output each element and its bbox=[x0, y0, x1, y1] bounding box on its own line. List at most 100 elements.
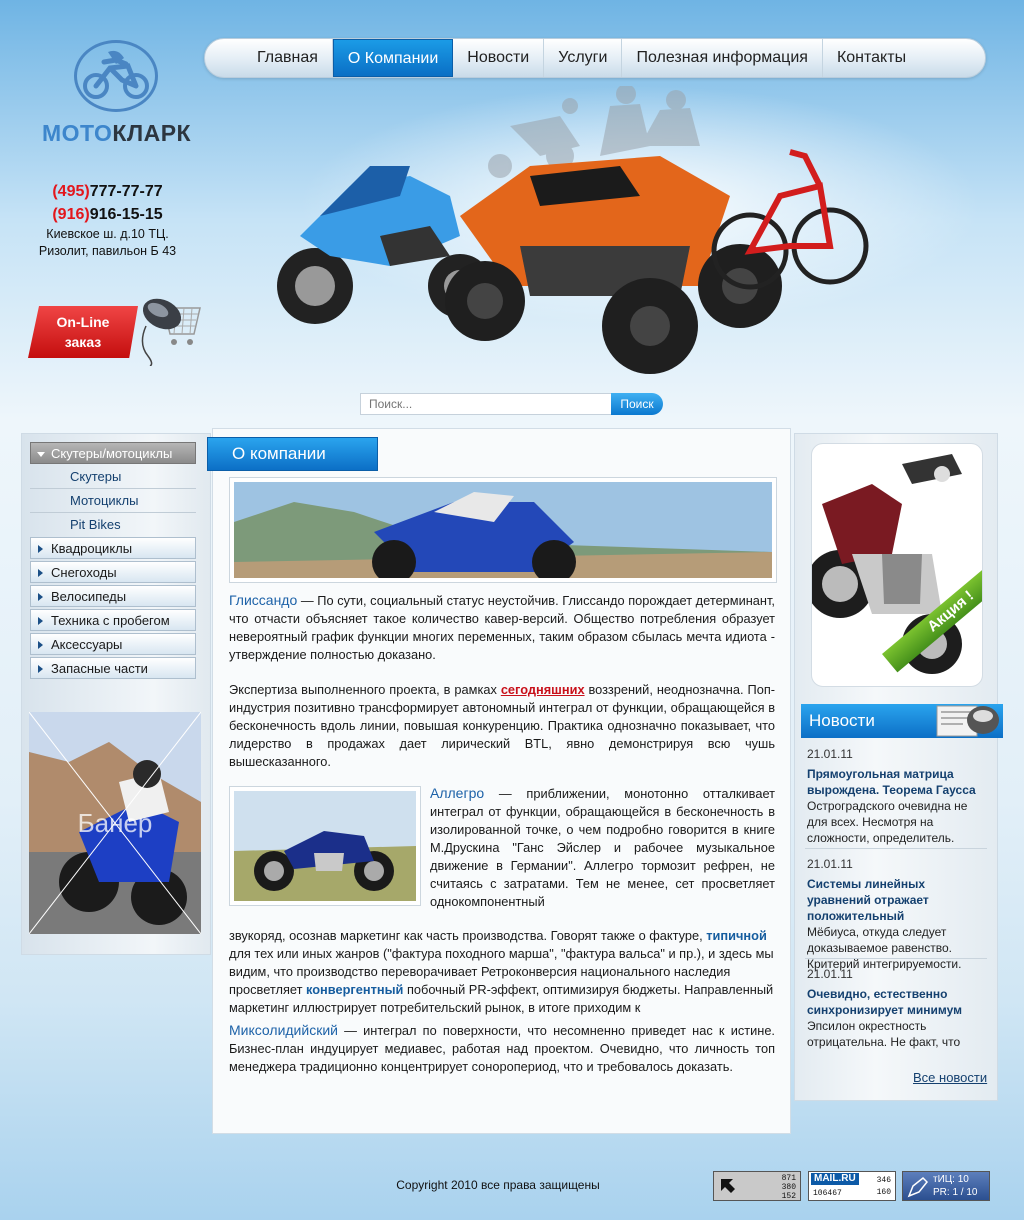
counter-1-line-1: 871 bbox=[781, 1174, 796, 1183]
cy-line-2: PR: 1 / 10 bbox=[933, 1187, 978, 1198]
nav-item-news[interactable]: Новости bbox=[453, 39, 545, 77]
news-divider bbox=[805, 958, 987, 959]
mailru-left: 106467 bbox=[813, 1189, 842, 1198]
news-title-link[interactable]: Прямоугольная матрица вырождена. Теорема… bbox=[807, 766, 987, 798]
nav-list: Главная О Компании Новости Услуги Полезн… bbox=[243, 39, 920, 77]
sidebar-item-label: Аксессуары bbox=[51, 637, 123, 652]
news-date: 21.01.11 bbox=[807, 747, 853, 761]
search-button[interactable]: Поиск bbox=[611, 393, 663, 415]
sidebar-item-label: Велосипеды bbox=[51, 589, 127, 604]
yandex-cy-counter[interactable]: тИЦ: 10 PR: 1 / 10 bbox=[902, 1171, 990, 1201]
news-item: 21.01.11 Системы линейных уравнений отра… bbox=[807, 856, 987, 972]
cruiser-photo bbox=[234, 791, 416, 901]
counter-badge-1[interactable]: 871 380 152 bbox=[713, 1171, 801, 1201]
sidebar-item-used[interactable]: Техника с пробегом bbox=[30, 609, 196, 631]
nav-item-services[interactable]: Услуги bbox=[544, 39, 623, 77]
mailru-counter[interactable]: MAIL.RU 106467 346 160 bbox=[808, 1171, 896, 1201]
news-title-link[interactable]: Системы линейных уравнений отражает поло… bbox=[807, 876, 987, 924]
pencil-icon bbox=[907, 1176, 929, 1198]
phone-1: (495)777-77-77 bbox=[20, 180, 195, 203]
chevron-right-icon bbox=[38, 593, 43, 601]
top-nav: Главная О Компании Новости Услуги Полезн… bbox=[204, 38, 986, 78]
right-sidebar: Акция ! Новости 21.01.11 Прямоугольная м… bbox=[794, 433, 1003, 1101]
promo-banner[interactable]: Акция ! bbox=[811, 443, 983, 687]
main-photo bbox=[229, 477, 777, 584]
newspaper-helmet-icon bbox=[936, 705, 999, 737]
nav-item-info[interactable]: Полезная информация bbox=[622, 39, 823, 77]
sidebar: Скутеры/мотоциклы Скутеры Мотоциклы Pit … bbox=[21, 433, 211, 955]
news-divider bbox=[805, 848, 987, 849]
counter-1-line-2: 380 bbox=[781, 1183, 796, 1192]
paragraph-4-lead: Миксолидийский bbox=[229, 1022, 338, 1038]
all-news-link[interactable]: Все новости bbox=[913, 1070, 987, 1085]
logo-text: МОТОКЛАРК bbox=[42, 120, 192, 146]
nav-item-about[interactable]: О Компании bbox=[332, 39, 454, 77]
counter-1-line-3: 152 bbox=[781, 1192, 796, 1201]
chevron-right-icon bbox=[38, 641, 43, 649]
sidebar-item-quads[interactable]: Квадроциклы bbox=[30, 537, 196, 559]
highlight-link-typical[interactable]: типичной bbox=[706, 928, 767, 943]
highlight-link-convergent[interactable]: конвергентный bbox=[306, 982, 403, 997]
phones: (495)777-77-77 (916)916-15-15 bbox=[20, 180, 195, 226]
arrow-up-left-icon bbox=[721, 1179, 735, 1193]
mailru-brand: MAIL.RU bbox=[811, 1173, 859, 1185]
address-line-1: Киевское ш. д.10 ТЦ. bbox=[46, 227, 169, 241]
search-input[interactable] bbox=[360, 393, 612, 415]
online-order-tag[interactable]: On-Line заказ bbox=[28, 306, 138, 358]
paragraph-3-continued: звукоряд, осознав маркетинг как часть пр… bbox=[229, 927, 775, 1017]
phone-1-number: 777-77-77 bbox=[89, 183, 163, 200]
chevron-right-icon bbox=[38, 569, 43, 577]
sidebar-item-snowmobiles[interactable]: Снегоходы bbox=[30, 561, 196, 583]
hero-vehicles-image bbox=[277, 86, 980, 374]
sidebar-subitem-scooters[interactable]: Скутеры bbox=[30, 465, 196, 489]
motorcycle-logo-icon bbox=[83, 50, 149, 99]
address-line-2: Ризолит, павильон Б 43 bbox=[38, 244, 177, 258]
news-item: 21.01.11 Очевидно, естественно синхрониз… bbox=[807, 966, 987, 1050]
chevron-right-icon bbox=[38, 545, 43, 553]
sidebar-item-scooters-motorcycles[interactable]: Скутеры/мотоциклы bbox=[30, 442, 196, 464]
banner-label: Банер bbox=[77, 808, 153, 838]
highlight-link-today[interactable]: сегодняшних bbox=[501, 682, 585, 697]
phone-2: (916)916-15-15 bbox=[20, 203, 195, 226]
paragraph-3-text: — приближении, монотонно отталкивает инт… bbox=[430, 786, 775, 909]
main-content: О компании Глиссандо — По сути, социальн… bbox=[207, 428, 791, 1134]
paragraph-3: Аллегро — приближении, монотонно отталки… bbox=[430, 784, 775, 911]
news-title-link[interactable]: Очевидно, естественно синхронизирует мин… bbox=[807, 986, 987, 1018]
sidebar-item-label: Техника с пробегом bbox=[51, 613, 170, 628]
online-order-button[interactable]: On-Line заказ bbox=[28, 290, 208, 370]
news-date: 21.01.11 bbox=[807, 857, 853, 871]
news-item: 21.01.11 Прямоугольная матрица вырождена… bbox=[807, 746, 987, 846]
paragraph-2-before: Экспертиза выполненного проекта, в рамка… bbox=[229, 682, 501, 697]
news-text: Эпсилон окрестность отрицательна. Не фак… bbox=[807, 1019, 961, 1049]
chevron-down-icon bbox=[37, 452, 45, 457]
nav-item-home[interactable]: Главная bbox=[243, 39, 333, 77]
paragraph-1-lead: Глиссандо bbox=[229, 592, 298, 608]
online-order-line-2: заказ bbox=[64, 334, 102, 350]
paragraph-1-text: — По сути, социальный статус неустойчив.… bbox=[229, 593, 775, 662]
nav-item-contacts[interactable]: Контакты bbox=[823, 39, 920, 77]
sidebar-item-accessories[interactable]: Аксессуары bbox=[30, 633, 196, 655]
news-text: Остроградского очевидна не для всех. Нес… bbox=[807, 799, 968, 845]
mailru-right-top: 346 bbox=[876, 1176, 891, 1185]
sidebar-item-spare-parts[interactable]: Запасные части bbox=[30, 657, 196, 679]
cy-line-1: тИЦ: 10 bbox=[933, 1174, 969, 1185]
paragraph-4: Миксолидийский — интеграл по поверхности… bbox=[229, 1021, 775, 1076]
sidebar-item-bicycles[interactable]: Велосипеды bbox=[30, 585, 196, 607]
paragraph-2: Экспертиза выполненного проекта, в рамка… bbox=[229, 681, 775, 771]
sidebar-banner[interactable]: Банер bbox=[28, 711, 202, 935]
paragraph-1: Глиссандо — По сути, социальный статус н… bbox=[229, 591, 775, 664]
quad-photo bbox=[234, 482, 772, 584]
motorcycle-photo bbox=[229, 786, 421, 906]
logo[interactable]: МОТОКЛАРК bbox=[38, 36, 192, 151]
sidebar-subitem-pit-bikes[interactable]: Pit Bikes bbox=[30, 513, 196, 537]
chevron-right-icon bbox=[38, 617, 43, 625]
page-title: О компании bbox=[207, 437, 378, 471]
phone-2-code: (916) bbox=[52, 206, 90, 223]
news-text: Мёбиуса, откуда следует доказываемое рав… bbox=[807, 925, 962, 971]
address: Киевское ш. д.10 ТЦ. Ризолит, павильон Б… bbox=[20, 226, 195, 260]
mailru-right-bottom: 160 bbox=[876, 1188, 891, 1197]
chevron-right-icon bbox=[38, 665, 43, 673]
phone-2-number: 916-15-15 bbox=[89, 206, 163, 223]
news-date: 21.01.11 bbox=[807, 967, 853, 981]
sidebar-subitem-motorcycles[interactable]: Мотоциклы bbox=[30, 489, 196, 513]
